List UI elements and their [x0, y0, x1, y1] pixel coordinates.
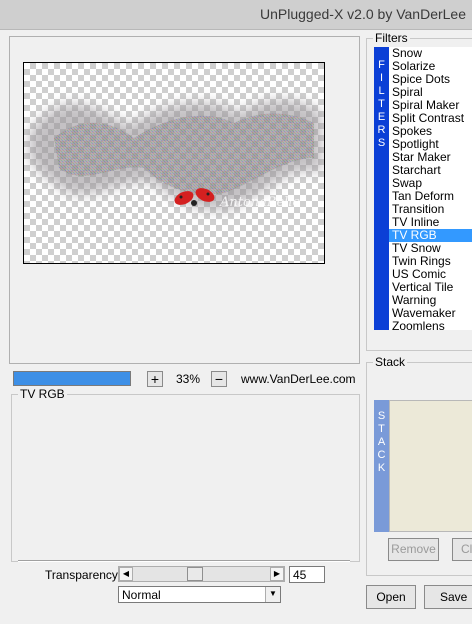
zoom-level: 33% [176, 372, 201, 386]
preview-image[interactable]: AntonaBelle [23, 62, 325, 264]
stack-list[interactable] [389, 400, 472, 532]
filter-settings-group: TV RGB [11, 387, 360, 562]
transparency-slider[interactable]: ◀ ▶ [118, 566, 285, 582]
transparency-input[interactable]: 45 [289, 566, 325, 583]
strip-letter: T [378, 423, 385, 435]
slider-thumb[interactable] [187, 567, 204, 581]
stack-title: Stack [373, 355, 408, 369]
strip-letter: A [377, 436, 386, 448]
stack-side-label: STACK [374, 400, 389, 532]
transparency-label: Transparency [45, 568, 118, 582]
filter-item[interactable]: Zoomlens [389, 320, 472, 331]
strip-letter: T [378, 98, 385, 110]
slider-right-arrow-icon[interactable]: ▶ [270, 567, 284, 581]
filters-side-label: FILTERS [374, 47, 389, 330]
strip-letter: F [378, 59, 385, 71]
slider-left-arrow-icon[interactable]: ◀ [119, 567, 133, 581]
strip-letter: L [378, 85, 385, 97]
strip-letter: K [377, 462, 386, 474]
filters-title: Filters [373, 31, 410, 45]
strip-letter: S [377, 410, 386, 422]
clear-button[interactable]: Cl [452, 538, 472, 561]
blend-mode-select[interactable]: Normal ▼ [118, 586, 281, 603]
window-title: UnPlugged-X v2.0 by VanDerLee [260, 6, 466, 22]
strip-letter: S [377, 137, 386, 149]
chevron-down-icon[interactable]: ▼ [265, 587, 280, 602]
filter-settings-title: TV RGB [18, 387, 67, 401]
save-button[interactable]: Save [424, 585, 472, 609]
strip-letter: I [379, 72, 384, 84]
website-link[interactable]: www.VanDerLee.com [241, 372, 356, 386]
strip-letter: C [377, 449, 386, 461]
zoom-out-button[interactable]: − [211, 371, 227, 387]
preview-artwork [29, 99, 322, 211]
strip-letter: E [377, 111, 386, 123]
watermark: AntonaBelle [220, 195, 301, 210]
divider [18, 560, 350, 562]
blend-mode-value: Normal [122, 588, 161, 602]
remove-button[interactable]: Remove [388, 538, 439, 561]
title-bar: UnPlugged-X v2.0 by VanDerLee [0, 0, 472, 30]
filters-list[interactable]: Snow Solarize Spice Dots Spiral Spiral Maker… [389, 47, 472, 330]
progress-bar [13, 371, 131, 386]
zoom-in-button[interactable]: + [147, 371, 163, 387]
strip-letter: R [377, 124, 386, 136]
progress-fill [14, 372, 130, 385]
open-button[interactable]: Open [366, 585, 416, 609]
